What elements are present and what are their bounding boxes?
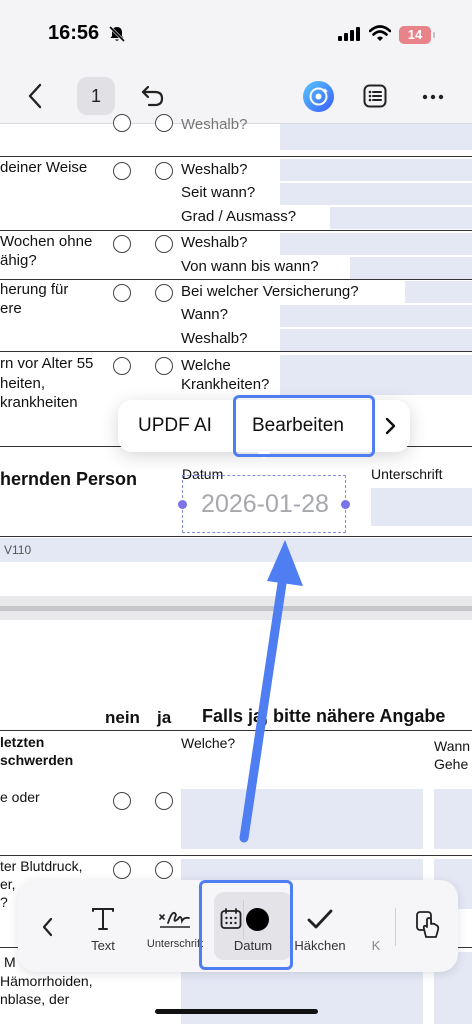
tool-label: Text bbox=[91, 938, 115, 953]
radio-yes[interactable] bbox=[155, 162, 173, 180]
collapse-toolbar-button[interactable] bbox=[32, 880, 62, 972]
battery-indicator: 14 bbox=[399, 26, 435, 44]
back-chevron-icon[interactable] bbox=[26, 82, 44, 110]
answer-field[interactable] bbox=[280, 305, 472, 327]
signature-field[interactable] bbox=[371, 488, 472, 526]
signature-tool-icon bbox=[159, 911, 190, 928]
answer-field[interactable] bbox=[181, 789, 423, 849]
column-header-details: Falls ja, bitte nähere Angabe bbox=[202, 706, 446, 726]
question-text: Bei welcher Versicherung? bbox=[181, 283, 359, 300]
signature-label: Unterschrift bbox=[371, 466, 443, 482]
tool-text[interactable]: Text bbox=[78, 880, 128, 972]
page-number-button[interactable]: 1 bbox=[77, 77, 115, 115]
radio-yes[interactable] bbox=[155, 861, 173, 879]
radio-yes[interactable] bbox=[155, 357, 173, 375]
status-bar: 16:56 14 bbox=[0, 0, 472, 70]
question-text: Seit wann? bbox=[181, 184, 256, 201]
row-label: ? bbox=[0, 894, 8, 910]
radio-no[interactable] bbox=[113, 792, 131, 810]
question-text: Von wann bis wann? bbox=[181, 258, 319, 275]
highlight-box-edit bbox=[233, 395, 375, 457]
undo-icon[interactable] bbox=[140, 84, 166, 108]
highlight-box-date bbox=[199, 880, 293, 970]
row-label: schwerden bbox=[0, 752, 74, 768]
tool-label: Häkchen bbox=[294, 938, 346, 953]
radio-no[interactable] bbox=[113, 235, 131, 253]
menu-item-updf-ai[interactable]: UPDF AI bbox=[138, 400, 212, 452]
footer-code: V110 bbox=[4, 543, 32, 557]
tool-partial[interactable]: K bbox=[368, 880, 384, 972]
date-value: 2026-01-28 bbox=[201, 490, 329, 518]
answer-field[interactable] bbox=[280, 183, 472, 205]
section-title: hernden Person bbox=[0, 469, 138, 489]
answer-field[interactable] bbox=[405, 281, 472, 303]
question-text: Welche bbox=[181, 357, 231, 374]
question-text: Grad / Ausmass? bbox=[181, 208, 297, 225]
checkmark-icon bbox=[307, 909, 333, 929]
question-text: Gehe bbox=[434, 756, 469, 772]
radio-yes[interactable] bbox=[155, 114, 173, 132]
footer-band bbox=[0, 538, 472, 562]
chevron-right-icon[interactable] bbox=[384, 416, 398, 436]
question-text: Weshalb? bbox=[181, 161, 248, 178]
row-label: heiten, bbox=[0, 375, 46, 392]
radio-yes[interactable] bbox=[155, 284, 173, 302]
question-text: Wann bbox=[434, 738, 471, 754]
answer-field[interactable] bbox=[434, 789, 472, 849]
row-label: deiner Weise bbox=[0, 159, 88, 176]
tool-touch-mode[interactable] bbox=[406, 880, 450, 972]
row-label: e oder bbox=[0, 789, 40, 805]
column-header-yes: ja bbox=[157, 708, 172, 727]
row-label: ere bbox=[0, 300, 22, 317]
touch-hand-icon bbox=[416, 911, 440, 938]
wifi-icon bbox=[369, 25, 391, 41]
question-text: Krankheiten? bbox=[181, 376, 270, 393]
status-time: 16:56 bbox=[48, 22, 100, 44]
question-text: Weshalb? bbox=[181, 330, 248, 347]
row-label: ähig? bbox=[0, 252, 37, 269]
question-text: Weshalb? bbox=[181, 234, 248, 251]
resize-handle-right[interactable] bbox=[341, 500, 350, 509]
more-options-icon[interactable] bbox=[422, 94, 444, 100]
row-label: nblase, der bbox=[0, 991, 70, 1007]
resize-handle-left[interactable] bbox=[178, 500, 187, 509]
column-header-no: nein bbox=[105, 708, 140, 727]
answer-field[interactable] bbox=[280, 329, 472, 351]
radio-no[interactable] bbox=[113, 357, 131, 375]
row-label: Wochen ohne bbox=[0, 233, 93, 250]
text-tool-icon bbox=[92, 908, 114, 930]
radio-yes[interactable] bbox=[155, 235, 173, 253]
home-indicator bbox=[155, 1009, 318, 1014]
signal-icon bbox=[338, 27, 360, 41]
radio-no[interactable] bbox=[113, 861, 131, 879]
answer-field[interactable] bbox=[280, 124, 472, 150]
row-label: herung für bbox=[0, 281, 69, 298]
radio-no[interactable] bbox=[113, 114, 131, 132]
row-label: ter Blutdruck, bbox=[0, 858, 83, 874]
radio-no[interactable] bbox=[113, 162, 131, 180]
date-field-selected[interactable]: 2026-01-28 bbox=[178, 475, 350, 533]
chevron-left-icon bbox=[42, 917, 53, 937]
updf-ai-icon[interactable] bbox=[303, 81, 334, 112]
answer-field[interactable] bbox=[330, 207, 472, 229]
question-text: Welche? bbox=[181, 735, 236, 751]
bell-muted-icon bbox=[108, 25, 126, 43]
row-label: M bbox=[4, 954, 16, 970]
answer-field[interactable] bbox=[280, 159, 472, 181]
question-text: Wann? bbox=[181, 306, 228, 323]
outline-list-icon[interactable] bbox=[363, 84, 387, 108]
row-label: krankheiten bbox=[0, 394, 78, 411]
row-label: Hämorrhoiden, bbox=[0, 973, 93, 989]
tool-checkmark[interactable]: Häkchen bbox=[292, 880, 348, 972]
answer-field[interactable] bbox=[350, 257, 472, 279]
question-partial: Weshalb? bbox=[181, 116, 248, 133]
radio-yes[interactable] bbox=[155, 792, 173, 810]
row-label: er, bbox=[0, 876, 16, 892]
answer-field[interactable] bbox=[280, 355, 472, 395]
answer-field[interactable] bbox=[280, 233, 472, 255]
row-label: letzten bbox=[0, 734, 45, 750]
radio-no[interactable] bbox=[113, 284, 131, 302]
tool-label: K bbox=[371, 938, 381, 953]
row-label: rn vor Alter 55 bbox=[0, 355, 94, 372]
